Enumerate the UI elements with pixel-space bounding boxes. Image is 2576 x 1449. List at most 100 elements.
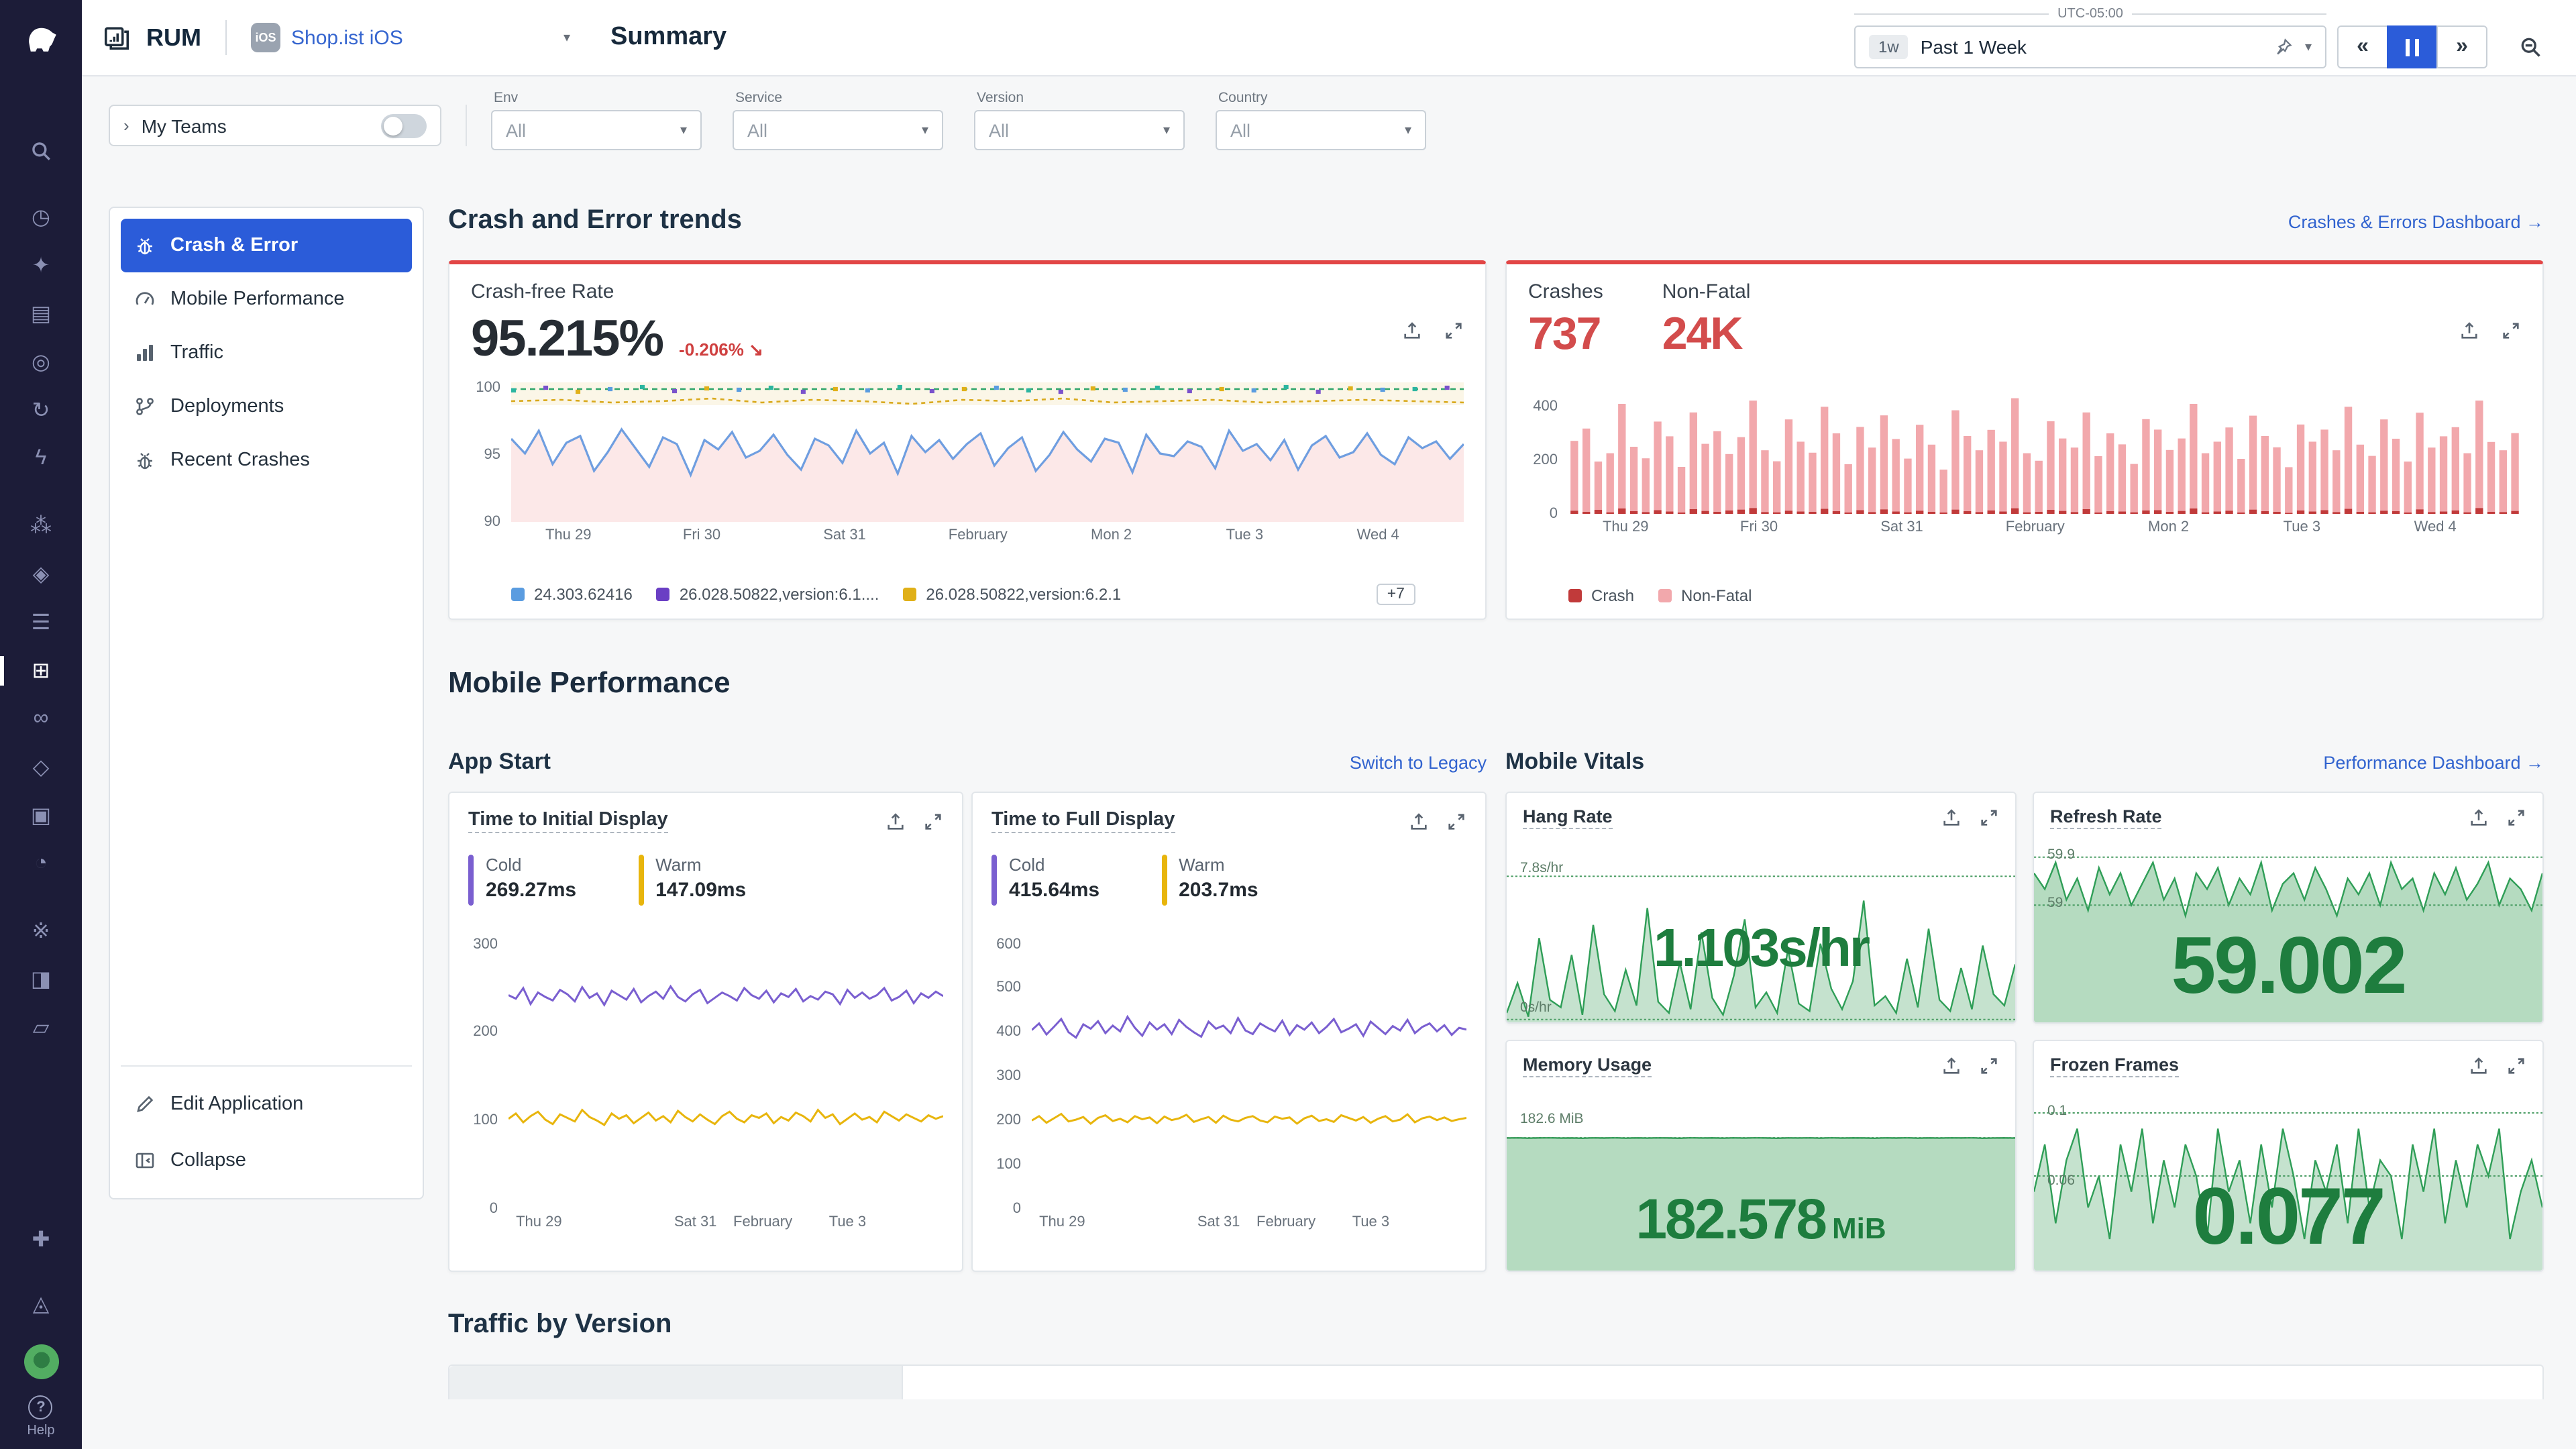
mobile-vitals-column: Mobile Vitals Performance Dashboard → Ha… [1505, 719, 2544, 1272]
search-icon[interactable] [0, 126, 82, 174]
rum-section-icon [103, 24, 130, 51]
export-icon[interactable] [885, 811, 906, 831]
user-avatar[interactable] [23, 1344, 58, 1379]
expand-icon[interactable] [1979, 808, 1999, 828]
metrics-icon[interactable]: ▤ [0, 290, 82, 338]
security-icon[interactable]: ◈ [0, 550, 82, 598]
sidenav-item-mobile-performance[interactable]: Mobile Performance [121, 272, 412, 326]
history-icon[interactable]: ◷ [0, 193, 82, 241]
logs-icon[interactable]: ☰ [0, 598, 82, 647]
expand-icon[interactable] [2506, 1056, 2526, 1076]
export-icon[interactable] [2459, 321, 2479, 341]
warm-label: Warm [1179, 855, 1258, 875]
application-name: Shop.ist iOS [291, 26, 403, 49]
time-range-column: UTC-05:00 1w Past 1 Week ▾ [1854, 7, 2326, 68]
crash-free-rate-chart[interactable]: 1009590Thu 29Fri 30Sat 31FebruaryMon 2Tu… [471, 382, 1464, 546]
events-icon[interactable]: ϟ [0, 435, 82, 483]
rewind-button[interactable]: « [2337, 25, 2388, 68]
performance-dashboard-link[interactable]: Performance Dashboard → [2323, 753, 2544, 773]
edit-application-button[interactable]: Edit Application [121, 1077, 412, 1131]
service-filter-select[interactable]: All ▾ [733, 110, 943, 150]
integrations-icon[interactable]: ✚ [23, 1216, 58, 1264]
performance-icon[interactable]: ◔ [0, 840, 82, 888]
databases-icon[interactable]: ▣ [0, 792, 82, 840]
sidenav-item-traffic[interactable]: Traffic [121, 326, 412, 380]
expand-icon[interactable] [1444, 321, 1464, 341]
legend-item[interactable]: 26.028.50822,version:6.2.1 [903, 585, 1121, 604]
refresh-rate-max-label: 59.9 [2047, 847, 2075, 863]
application-selector[interactable]: iOS Shop.ist iOS ▾ [251, 23, 570, 52]
export-icon[interactable] [2469, 808, 2489, 828]
switch-to-legacy-link[interactable]: Switch to Legacy [1350, 753, 1487, 773]
warm-value: 203.7ms [1179, 879, 1258, 902]
zoom-out-icon[interactable] [2509, 25, 2552, 68]
env-filter-select[interactable]: All ▾ [491, 110, 702, 150]
crashes-errors-dashboard-link[interactable]: Crashes & Errors Dashboard → [2288, 212, 2544, 232]
crash-trends-header: Crash and Error trends Crashes & Errors … [448, 205, 2544, 236]
synthetics-icon[interactable]: ↻ [0, 386, 82, 435]
notifications-bell-icon[interactable]: ◬ [23, 1280, 58, 1328]
country-filter-select[interactable]: All ▾ [1216, 110, 1426, 150]
legend-item[interactable]: 24.303.62416 [511, 585, 633, 604]
legend-more-badge[interactable]: +7 [1377, 584, 1415, 605]
crashes-chart[interactable]: 4002000Thu 29Fri 30Sat 31FebruaryMon 2Tu… [1528, 374, 2521, 538]
crash-free-rate-value: 95.215% [471, 311, 663, 369]
my-teams-control[interactable]: › My Teams [109, 105, 441, 146]
datadog-logo-icon[interactable] [18, 13, 64, 67]
sidenav-item-recent-crashes[interactable]: Recent Crashes [121, 433, 412, 487]
expand-icon[interactable] [2506, 808, 2526, 828]
crashes-card: Crashes 737 Non-Fatal 24K 4002000Thu 29F… [1505, 260, 2544, 620]
pause-button[interactable] [2387, 25, 2438, 68]
tid-chart[interactable]: 3002001000Thu 29Sat 31FebruaryTue 3 [468, 935, 943, 1233]
watchdog-icon[interactable]: ✦ [0, 241, 82, 290]
time-range-picker[interactable]: 1w Past 1 Week ▾ [1854, 25, 2326, 68]
expand-icon[interactable] [923, 811, 943, 831]
version-filter-select[interactable]: All ▾ [974, 110, 1185, 150]
cold-stat: Cold 415.64ms [991, 855, 1099, 906]
collapse-button[interactable]: Collapse [121, 1134, 412, 1187]
tfd-chart[interactable]: 6005004003002001000Thu 29Sat 31FebruaryT… [991, 935, 1466, 1233]
sidenav-item-deployments[interactable]: Deployments [121, 380, 412, 433]
rum-product-icon[interactable]: ⊞ [0, 647, 82, 695]
app-root: ◷ ✦ ▤ ◎ ↻ ϟ ⁂ ◈ ☰ ⊞ ∞ ◇ ▣ ◔ ※ ◨ ▱ ✚ ◬ ? … [0, 0, 2576, 1449]
export-icon[interactable] [1941, 1056, 1962, 1076]
expand-icon[interactable] [1446, 811, 1466, 831]
my-teams-toggle[interactable] [381, 113, 427, 138]
export-icon[interactable] [1409, 811, 1429, 831]
x-axis: Thu 29Fri 30Sat 31FebruaryMon 2Tue 3Wed … [511, 522, 1464, 546]
crashes-stat: Crashes 737 [1528, 280, 1603, 361]
network-icon[interactable]: ⁂ [0, 502, 82, 550]
mobile-vitals-title: Mobile Vitals [1505, 749, 1644, 775]
env-filter: Env All ▾ [491, 90, 702, 150]
expand-icon[interactable] [1979, 1056, 1999, 1076]
export-icon[interactable] [1402, 321, 1422, 341]
traffic-table-sliver [448, 1364, 2544, 1399]
pin-icon[interactable] [2274, 38, 2293, 56]
error-tracking-icon[interactable]: ※ [0, 907, 82, 955]
legend-item[interactable]: Non-Fatal [1658, 586, 1752, 605]
ci-icon[interactable]: ∞ [0, 695, 82, 743]
monitors-icon[interactable]: ◎ [0, 338, 82, 386]
legend-item[interactable]: 26.028.50822,version:6.1.... [657, 585, 879, 604]
expand-icon[interactable] [2501, 321, 2521, 341]
legend-item[interactable]: Crash [1568, 586, 1634, 605]
content: Crash & Error Mobile Performance Traffic… [82, 157, 2576, 1449]
sidenav-label: Deployments [170, 396, 284, 417]
warm-stat: Warm 203.7ms [1161, 855, 1258, 906]
export-icon[interactable] [2469, 1056, 2489, 1076]
sidenav-item-crash-error[interactable]: Crash & Error [121, 219, 412, 272]
filter-bar: › My Teams Env All ▾ Service All ▾ [82, 76, 2576, 157]
dashboards-icon[interactable]: ◨ [0, 955, 82, 1004]
notebooks-icon[interactable]: ▱ [0, 1004, 82, 1052]
crash-trends-row: Crash-free Rate 95.215% -0.206% ↘ 100959… [448, 260, 2544, 620]
help-button[interactable]: ? Help [27, 1395, 54, 1438]
memory-usage-value: 182.578MiB [1507, 1187, 2015, 1252]
crashes-value: 737 [1528, 309, 1603, 361]
gauge-icon [134, 288, 156, 310]
packages-icon[interactable]: ◇ [0, 743, 82, 792]
export-icon[interactable] [1941, 808, 1962, 828]
forward-button[interactable]: » [2436, 25, 2487, 68]
memory-usage-title: Memory Usage [1523, 1055, 1652, 1077]
sidenav-label: Crash & Error [170, 235, 298, 256]
timezone-label[interactable]: UTC-05:00 [2048, 7, 2133, 21]
